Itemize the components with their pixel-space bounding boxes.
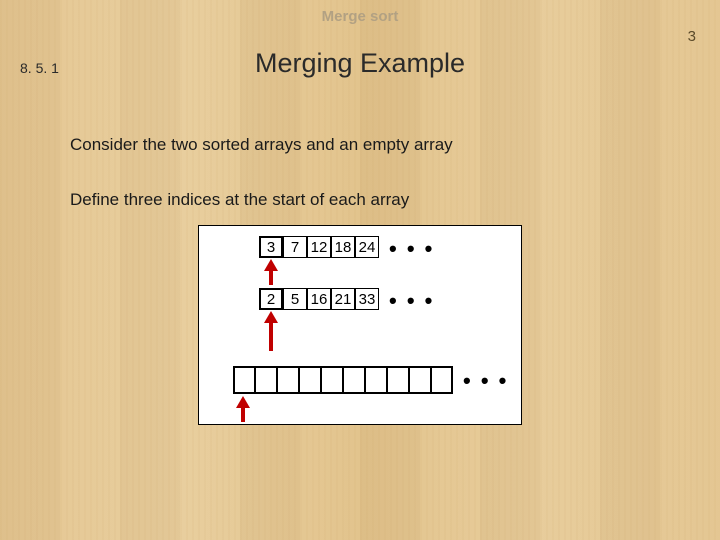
- page-number: 3: [688, 28, 696, 45]
- merge-diagram: 3 7 12 18 24 • • • 2 5 16 21 33 • • • • …: [198, 225, 522, 425]
- array-cell: 7: [283, 236, 307, 258]
- pointer-arrow-1: [265, 259, 277, 285]
- array-cell: 21: [331, 288, 355, 310]
- array-cell: 5: [283, 288, 307, 310]
- ellipsis-icon: • • •: [389, 288, 434, 314]
- body-paragraph-1: Consider the two sorted arrays and an em…: [70, 135, 453, 155]
- array-cell: 33: [355, 288, 379, 310]
- array-cell-empty: [387, 366, 409, 394]
- ellipsis-icon: • • •: [389, 236, 434, 262]
- array-cell: 2: [259, 288, 283, 310]
- body-paragraph-2: Define three indices at the start of eac…: [70, 190, 409, 210]
- array-cell: 16: [307, 288, 331, 310]
- array-cell-empty: [299, 366, 321, 394]
- array-cell-empty: [409, 366, 431, 394]
- ellipsis-icon: • • •: [463, 368, 508, 394]
- array-cell: 24: [355, 236, 379, 258]
- array-1: 3 7 12 18 24: [259, 236, 379, 258]
- array-cell-empty: [321, 366, 343, 394]
- array-cell-empty: [431, 366, 453, 394]
- header-top-title: Merge sort: [0, 8, 720, 25]
- array-3-empty: [233, 366, 453, 394]
- array-2: 2 5 16 21 33: [259, 288, 379, 310]
- array-cell-empty: [365, 366, 387, 394]
- slide-title: Merging Example: [0, 48, 720, 79]
- pointer-arrow-3: [237, 396, 249, 422]
- array-cell-empty: [233, 366, 255, 394]
- array-cell-empty: [277, 366, 299, 394]
- array-cell-empty: [255, 366, 277, 394]
- array-cell-empty: [343, 366, 365, 394]
- array-cell: 18: [331, 236, 355, 258]
- array-cell: 3: [259, 236, 283, 258]
- array-cell: 12: [307, 236, 331, 258]
- pointer-arrow-2: [265, 311, 277, 351]
